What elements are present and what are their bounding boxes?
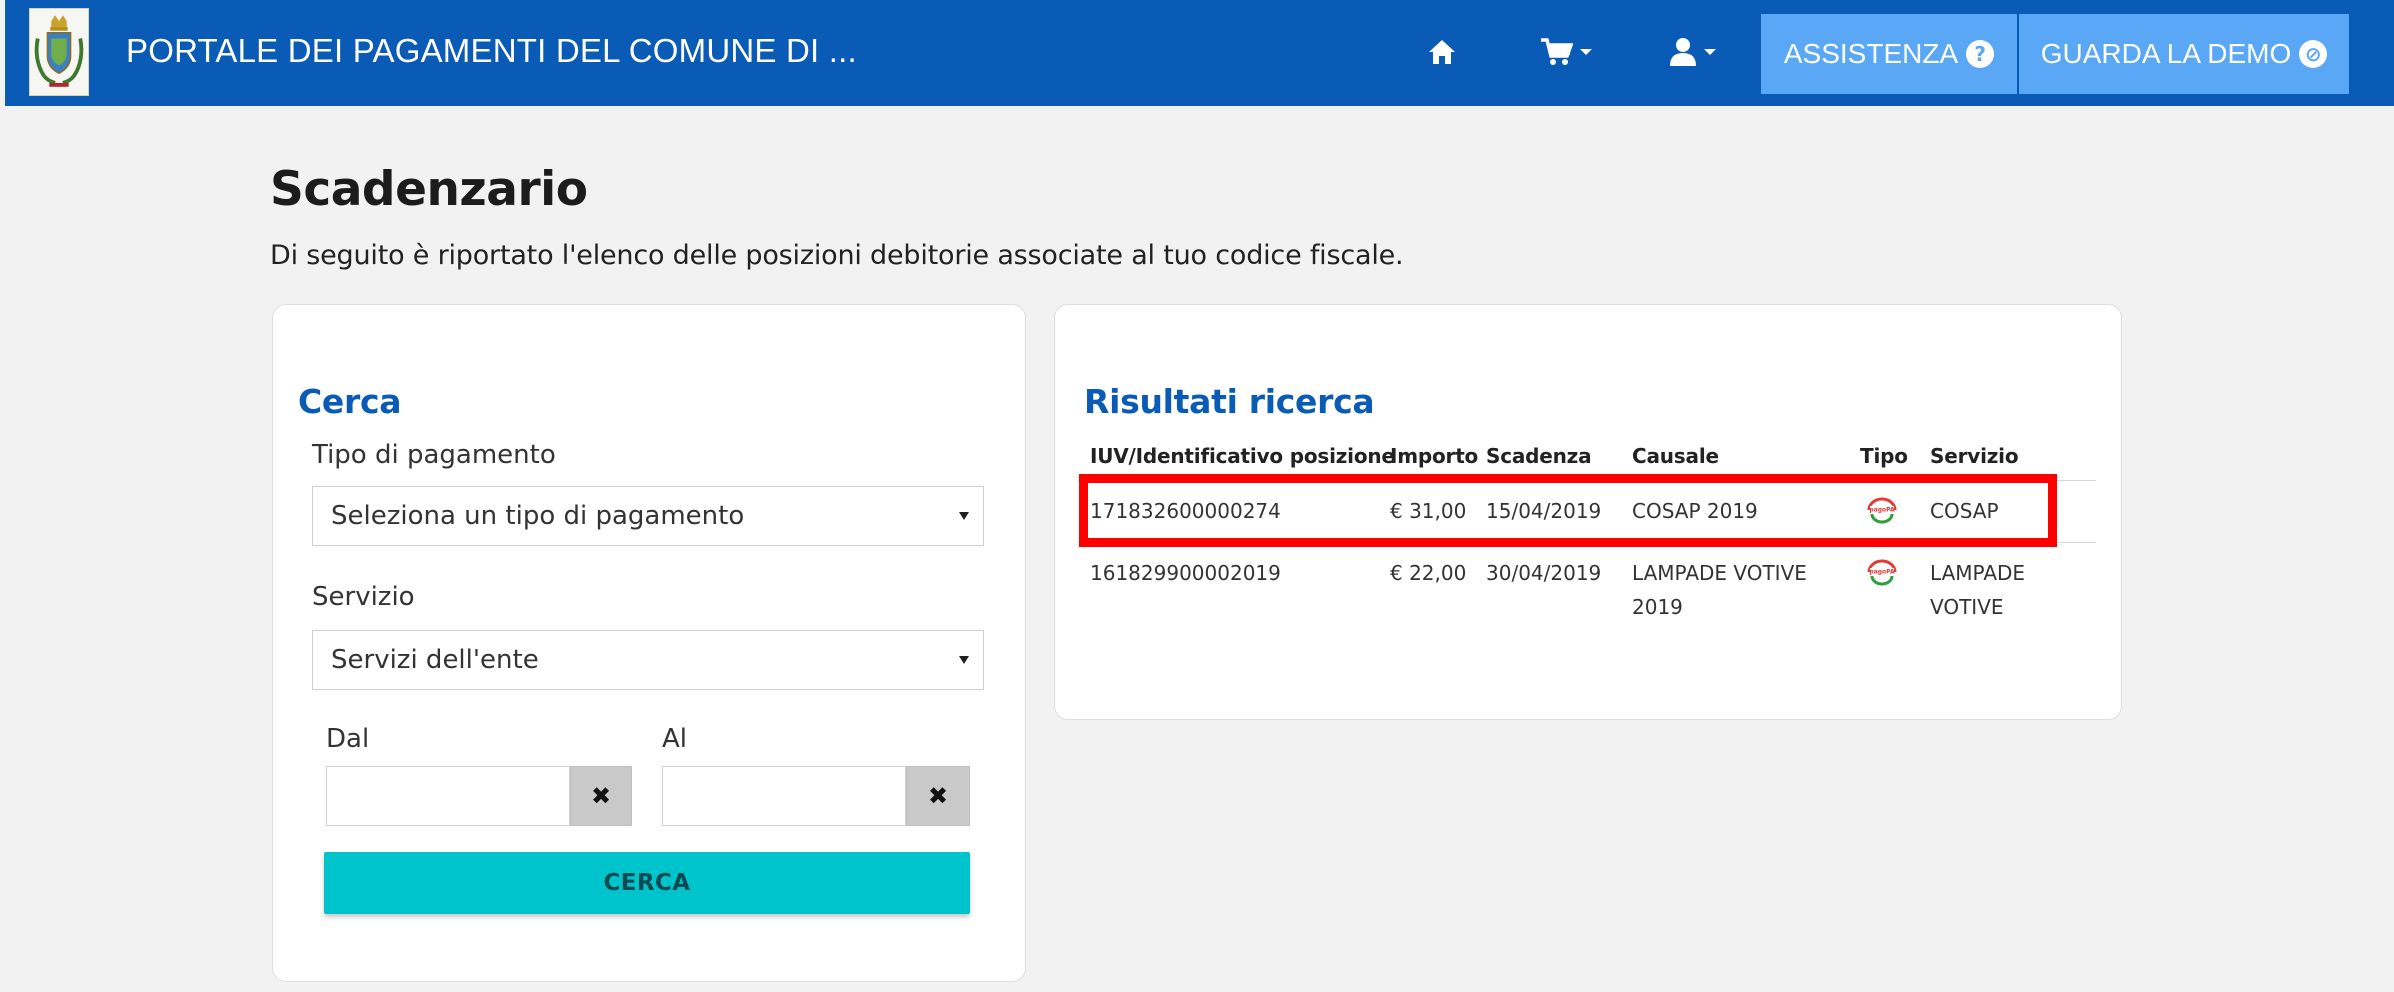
assistenza-button[interactable]: ASSISTENZA ? bbox=[1761, 14, 2017, 94]
row-iuv: 171832600000274 bbox=[1090, 499, 1281, 523]
top-navbar: PORTALE DEI PAGAMENTI DEL COMUNE DI ... … bbox=[5, 0, 2394, 106]
chevron-down-icon bbox=[1704, 49, 1716, 55]
row-causale: LAMPADE VOTIVE bbox=[1632, 561, 1807, 585]
row-iuv: 161829900002019 bbox=[1090, 561, 1281, 585]
row-servizio-continued: VOTIVE bbox=[1930, 595, 2004, 619]
column-header-importo: Importo bbox=[1390, 444, 1479, 468]
user-menu[interactable] bbox=[1669, 30, 1716, 74]
column-header-scadenza: Scadenza bbox=[1486, 444, 1592, 468]
tipo-pagamento-select[interactable]: Seleziona un tipo di pagamento bbox=[312, 486, 984, 546]
compass-icon: ⊘ bbox=[2299, 40, 2328, 68]
guarda-la-demo-button[interactable]: GUARDA LA DEMO ⊘ bbox=[2019, 14, 2349, 94]
svg-text:pagoPA: pagoPA bbox=[1869, 569, 1895, 576]
dal-date-input[interactable] bbox=[326, 766, 570, 826]
chevron-down-icon bbox=[959, 512, 969, 520]
tipo-pagamento-value: Seleziona un tipo di pagamento bbox=[331, 501, 745, 531]
pagopa-icon: pagoPA bbox=[1867, 559, 1897, 586]
column-header-tipo: Tipo bbox=[1860, 444, 1908, 468]
pagopa-icon: pagoPA bbox=[1867, 497, 1897, 524]
cart-menu[interactable] bbox=[1539, 30, 1592, 74]
results-heading: Risultati ricerca bbox=[1084, 382, 1375, 421]
row-importo: € 31,00 bbox=[1390, 499, 1467, 523]
home-icon[interactable] bbox=[1427, 30, 1457, 74]
row-importo: € 22,00 bbox=[1390, 561, 1467, 585]
row-scadenza: 30/04/2019 bbox=[1486, 561, 1602, 585]
dal-clear-icon[interactable]: ✖ bbox=[570, 766, 632, 826]
portal-title[interactable]: PORTALE DEI PAGAMENTI DEL COMUNE DI ... bbox=[126, 32, 857, 70]
cart-icon bbox=[1541, 38, 1573, 65]
row-servizio: COSAP bbox=[1930, 499, 1999, 523]
servizio-value: Servizi dell'ente bbox=[331, 645, 539, 675]
user-icon bbox=[1670, 38, 1696, 66]
al-date-input[interactable] bbox=[662, 766, 906, 826]
al-clear-icon[interactable]: ✖ bbox=[906, 766, 970, 826]
row-causale: COSAP 2019 bbox=[1632, 499, 1758, 523]
column-header-iuv: IUV/Identificativo posizione bbox=[1090, 444, 1395, 468]
row-causale-continued: 2019 bbox=[1632, 595, 1683, 619]
servizio-label: Servizio bbox=[312, 582, 415, 612]
dal-label: Dal bbox=[326, 724, 370, 754]
svg-text:pagoPA: pagoPA bbox=[1869, 507, 1895, 514]
row-scadenza: 15/04/2019 bbox=[1486, 499, 1602, 523]
header-divider bbox=[1078, 480, 2096, 481]
servizio-select[interactable]: Servizi dell'ente bbox=[312, 630, 984, 690]
chevron-down-icon bbox=[1580, 49, 1592, 55]
assistenza-label: ASSISTENZA bbox=[1783, 38, 1959, 69]
column-header-causale: Causale bbox=[1632, 444, 1719, 468]
demo-label: GUARDA LA DEMO bbox=[2040, 38, 2292, 69]
column-header-servizio: Servizio bbox=[1930, 444, 2019, 468]
page-subtitle: Di seguito è riportato l'elenco delle po… bbox=[270, 240, 1404, 271]
cerca-button[interactable]: CERCA bbox=[324, 852, 970, 914]
search-heading: Cerca bbox=[298, 382, 402, 421]
page-title: Scadenzario bbox=[270, 162, 588, 217]
row-divider bbox=[1078, 542, 2096, 543]
al-label: Al bbox=[662, 724, 688, 754]
tipo-pagamento-label: Tipo di pagamento bbox=[312, 440, 556, 470]
row-servizio: LAMPADE bbox=[1930, 561, 2026, 585]
chevron-down-icon bbox=[959, 656, 969, 664]
question-circle-icon: ? bbox=[1966, 40, 1995, 68]
municipality-crest-logo[interactable] bbox=[29, 8, 89, 96]
